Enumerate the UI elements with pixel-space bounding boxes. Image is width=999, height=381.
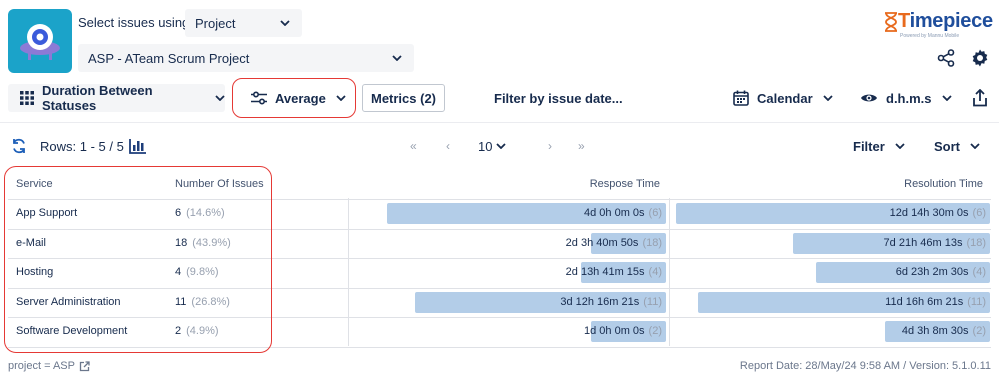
response-time-text: 1d 0h 0m 0s: [584, 325, 645, 337]
response-time-count: (4): [648, 266, 662, 278]
pagination: « ‹ 10 › »: [410, 136, 600, 156]
header-response-time[interactable]: Respose Time: [590, 178, 660, 190]
chevron-down-icon: [336, 95, 346, 101]
resolution-time-text: 6d 23h 2m 30s: [895, 266, 969, 278]
sort-label: Sort: [934, 138, 960, 154]
issue-source-value: Project: [195, 15, 236, 31]
response-time-text: 2d 3h 40m 50s: [565, 236, 639, 249]
issue-source-select[interactable]: Project: [185, 9, 302, 37]
response-time-text: 2d 13h 41m 15s: [565, 266, 645, 278]
resolution-time-value[interactable]: 11d 16h 6m 21s (11): [885, 296, 986, 308]
response-time-value[interactable]: 2d 3h 40m 50s (18): [566, 237, 662, 249]
page-size-value: 10: [478, 138, 493, 154]
toolbar-divider: [0, 122, 999, 123]
response-time-count: (2): [648, 325, 662, 337]
report-type-select[interactable]: Duration Between Statuses: [8, 83, 225, 113]
export-icon[interactable]: [970, 87, 990, 109]
time-format-select[interactable]: d.h.m.s: [860, 84, 952, 112]
calendar-label: Calendar: [757, 90, 813, 106]
metrics-button[interactable]: Metrics (2): [362, 84, 445, 112]
resolution-time-count: (6): [972, 207, 986, 219]
hourglass-icon: [885, 11, 897, 32]
chevron-down-icon: [941, 95, 952, 101]
metrics-label: Metrics (2): [370, 90, 437, 106]
chevron-down-icon: [280, 20, 290, 26]
response-time-value[interactable]: 2d 13h 41m 15s (4): [566, 266, 662, 278]
project-select[interactable]: ASP - ATeam Scrum Project: [78, 44, 414, 72]
chevron-down-icon: [895, 143, 905, 149]
time-format-label: d.h.m.s: [886, 90, 932, 106]
resolution-time-value[interactable]: 12d 14h 30m 0s (6): [890, 207, 986, 219]
filter-label: Filter: [853, 138, 885, 154]
response-time-value[interactable]: 4d 0h 0m 0s (6): [584, 207, 662, 219]
share-icon[interactable]: [936, 48, 956, 68]
aggregation-label: Average: [275, 90, 326, 106]
report-info: Report Date: 28/May/24 9:58 AM / Version…: [739, 360, 991, 372]
grid-icon: [20, 91, 34, 105]
filter-by-date-label: Filter by issue date...: [494, 90, 623, 106]
timepiece-logo: Timepiece: [884, 10, 993, 33]
resolution-time-text: 7d 21h 46m 13s: [883, 236, 963, 249]
chevron-down-icon: [392, 55, 402, 61]
chart-toggle-icon[interactable]: [128, 137, 148, 155]
jql-query: project = ASP: [8, 360, 90, 372]
project-value: ASP - ATeam Scrum Project: [88, 50, 250, 66]
column-divider: [348, 198, 349, 346]
calendar-icon: [733, 90, 749, 106]
last-page-icon[interactable]: »: [578, 139, 585, 153]
resolution-time-text: 12d 14h 30m 0s: [889, 207, 969, 219]
response-time-count: (6): [648, 207, 662, 219]
chevron-down-icon: [215, 95, 225, 101]
next-page-icon[interactable]: ›: [548, 139, 552, 153]
response-time-value[interactable]: 1d 0h 0m 0s (2): [584, 325, 662, 337]
response-time-count: (11): [643, 295, 662, 308]
resolution-time-text: 11d 16h 6m 21s: [885, 295, 964, 308]
select-issues-label: Select issues using: [78, 15, 190, 30]
response-time-text: 3d 12h 16m 21s: [560, 295, 640, 308]
report-type-label: Duration Between Statuses: [42, 83, 153, 113]
chevron-down-icon: [496, 143, 506, 149]
logo-text-first: T: [898, 10, 910, 32]
resolution-time-count: (11): [967, 295, 986, 308]
highlight-box: [4, 166, 272, 353]
logo-subtitle: Powered by Mannu Mobile: [900, 33, 960, 39]
response-time-value[interactable]: 3d 12h 16m 21s (11): [560, 296, 662, 308]
chevron-down-icon: [970, 143, 980, 149]
resolution-time-value[interactable]: 7d 21h 46m 13s (18): [884, 237, 986, 249]
app-icon: [8, 9, 72, 73]
prev-page-icon[interactable]: ‹: [446, 139, 450, 153]
resolution-time-count: (4): [972, 266, 986, 278]
eye-icon: [860, 92, 878, 104]
resolution-time-count: (2): [972, 325, 986, 337]
sort-button[interactable]: Sort: [934, 136, 980, 156]
response-time-text: 4d 0h 0m 0s: [584, 207, 645, 219]
chevron-down-icon: [823, 95, 833, 101]
header-resolution-time[interactable]: Resolution Time: [904, 178, 983, 190]
filter-button[interactable]: Filter: [853, 136, 905, 156]
rows-count: Rows: 1 - 5 / 5: [40, 138, 124, 154]
resolution-time-value[interactable]: 4d 3h 8m 30s (2): [902, 325, 986, 337]
aggregation-select[interactable]: Average: [232, 78, 356, 118]
resolution-time-value[interactable]: 6d 23h 2m 30s (4): [896, 266, 986, 278]
logo-text-rest: imepiece: [909, 10, 994, 32]
refresh-icon[interactable]: [10, 137, 28, 155]
resolution-time-text: 4d 3h 8m 30s: [901, 325, 969, 337]
calendar-select[interactable]: Calendar: [733, 84, 833, 112]
first-page-icon[interactable]: «: [410, 139, 417, 153]
jql-query-text: project = ASP: [8, 360, 75, 372]
resolution-time-count: (18): [966, 236, 986, 249]
sliders-icon: [251, 91, 267, 105]
filter-by-date-button[interactable]: Filter by issue date...: [494, 84, 623, 112]
gear-icon[interactable]: [969, 47, 991, 69]
response-time-count: (18): [642, 236, 662, 249]
column-divider: [669, 198, 670, 346]
external-link-icon[interactable]: [79, 360, 90, 372]
